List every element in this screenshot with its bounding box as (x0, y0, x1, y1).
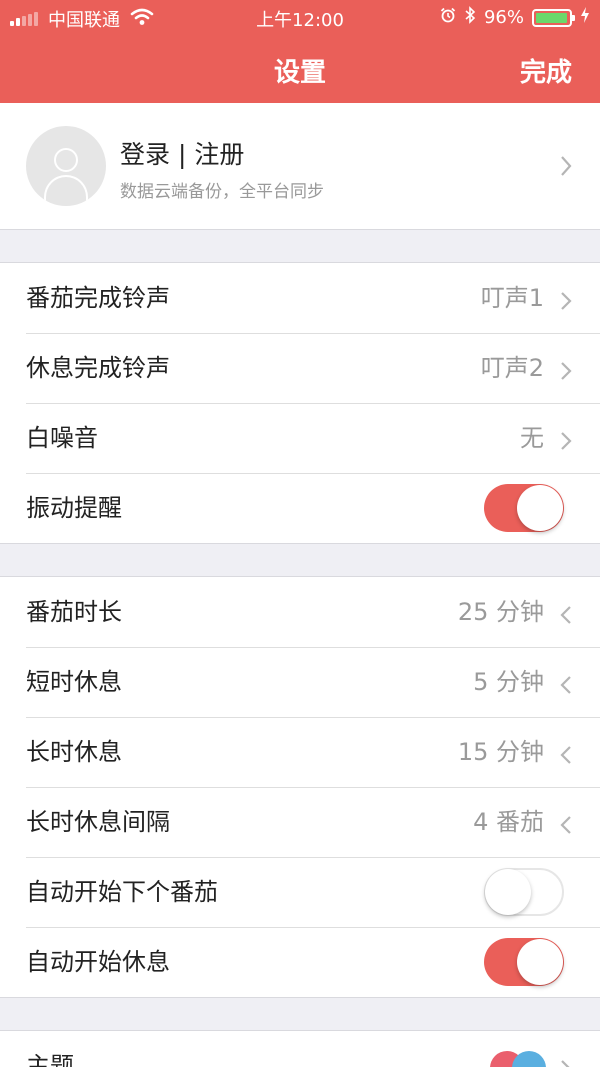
bluetooth-icon (464, 6, 476, 29)
theme-group: 主题 (0, 1030, 600, 1067)
setting-row-tomato-duration[interactable]: 番茄时长 25 分钟 (0, 577, 600, 647)
login-register-label: 登录 | 注册 (120, 140, 245, 169)
cloud-sync-subtitle: 数据云端备份，全平台同步 (120, 182, 324, 202)
auto-start-next-tomato-toggle[interactable] (484, 868, 564, 916)
login-register-row[interactable]: 登录 | 注册 数据云端备份，全平台同步 (0, 103, 600, 230)
charging-icon (580, 7, 590, 28)
header: 中国联通 上午12:00 96% 设置 完成 (0, 0, 600, 103)
toggle-knob (517, 939, 563, 985)
done-button[interactable]: 完成 (520, 52, 572, 89)
setting-row-white-noise[interactable]: 白噪音 无 (0, 403, 600, 473)
setting-row-vibration: 振动提醒 (0, 473, 600, 543)
setting-row-long-break-interval[interactable]: 长时休息间隔 4 番茄 (0, 787, 600, 857)
setting-row-auto-start-next-tomato: 自动开始下个番茄 (0, 857, 600, 927)
chevron-left-icon (560, 605, 572, 629)
status-bar: 中国联通 上午12:00 96% (0, 0, 600, 34)
chevron-left-icon (560, 745, 572, 769)
timer-settings-group: 番茄时长 25 分钟 短时休息 5 分钟 长时休息 15 分钟 长时休息间隔 4… (0, 576, 600, 998)
battery-icon (532, 8, 575, 27)
auto-start-break-toggle[interactable] (484, 938, 564, 986)
chevron-left-icon (560, 675, 572, 699)
chevron-right-icon (560, 361, 572, 385)
page-title: 设置 (273, 58, 326, 88)
toggle-knob (485, 869, 531, 915)
chevron-right-icon (560, 1059, 572, 1067)
setting-row-tomato-finish-sound[interactable]: 番茄完成铃声 叮声1 (0, 263, 600, 333)
avatar (26, 126, 106, 206)
setting-row-break-finish-sound[interactable]: 休息完成铃声 叮声2 (0, 333, 600, 403)
chevron-left-icon (560, 815, 572, 839)
chevron-right-icon (560, 155, 572, 181)
setting-row-auto-start-break: 自动开始休息 (0, 927, 600, 997)
setting-row-long-break[interactable]: 长时休息 15 分钟 (0, 717, 600, 787)
battery-level-fill (536, 12, 567, 23)
setting-row-short-break[interactable]: 短时休息 5 分钟 (0, 647, 600, 717)
chevron-right-icon (560, 291, 572, 315)
sound-settings-group: 番茄完成铃声 叮声1 休息完成铃声 叮声2 白噪音 无 振动提醒 (0, 262, 600, 544)
chevron-right-icon (560, 431, 572, 455)
status-right: 96% (432, 6, 590, 29)
setting-row-theme[interactable]: 主题 (0, 1031, 600, 1067)
battery-percent: 96% (483, 7, 524, 28)
vibration-toggle[interactable] (484, 484, 564, 532)
alarm-icon (440, 7, 456, 28)
toggle-knob (517, 485, 563, 531)
user-icon (54, 148, 78, 172)
